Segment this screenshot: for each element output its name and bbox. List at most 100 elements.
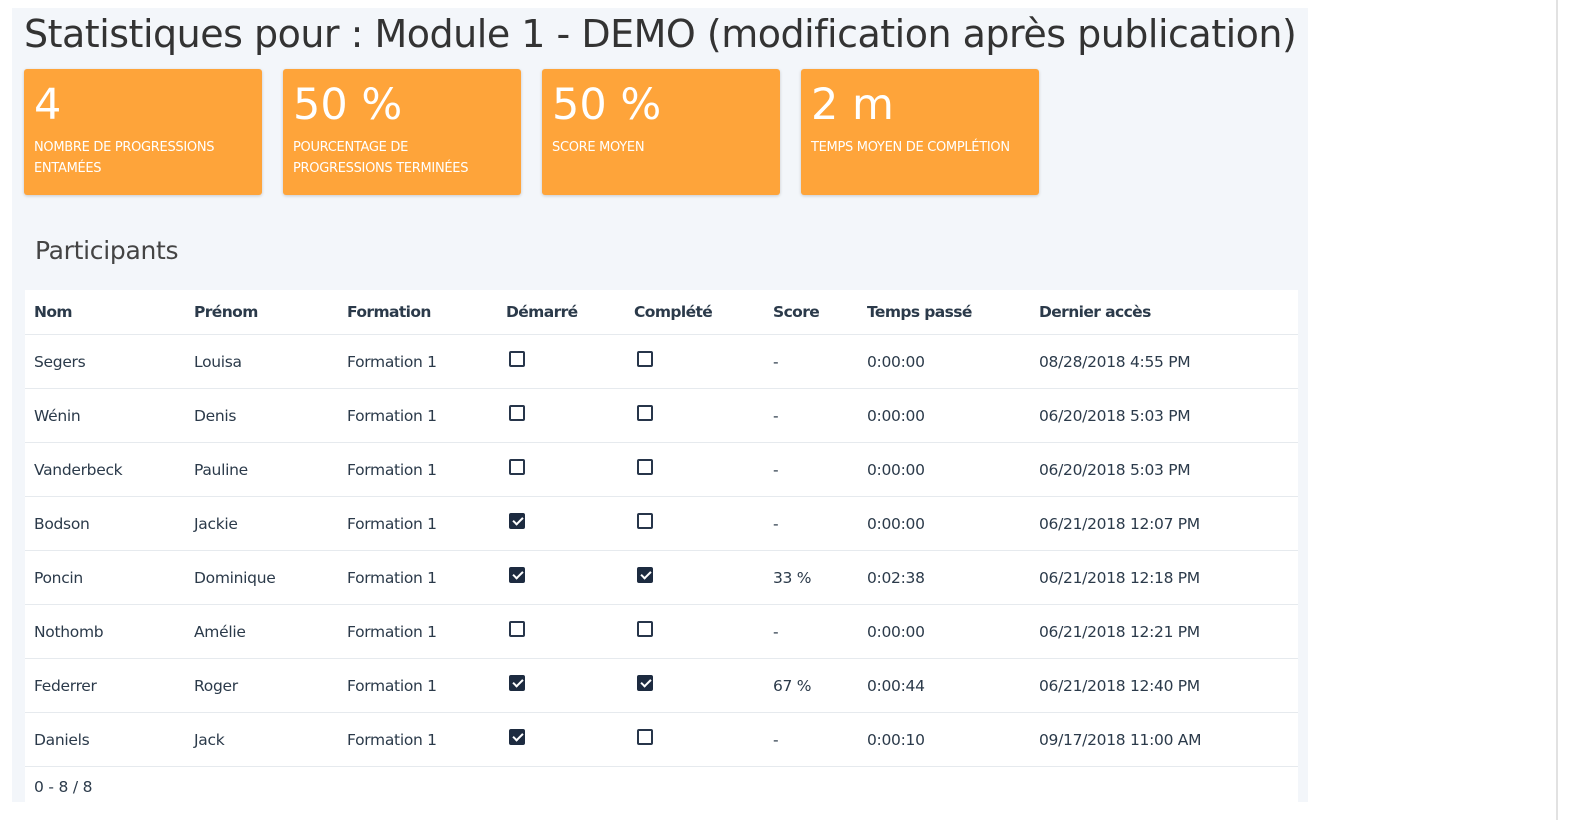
cell-nom: Wénin [34, 406, 81, 425]
table-row[interactable]: Wénin Denis Formation 1 - 0:00:00 06/20/2018 … [25, 389, 1298, 443]
table-row[interactable]: Poncin Dominique Formation 1 33 % 0:02:38 06/… [25, 551, 1298, 605]
cell-dernier-acces: 08/28/2018 4:55 PM [1039, 352, 1191, 371]
table-row[interactable]: Segers Louisa Formation 1 - 0:00:00 08/28/201… [25, 335, 1298, 389]
demarre-cell [509, 551, 525, 604]
stat-label: POURCENTAGE DE PROGRESSIONS TERMINÉES [293, 140, 469, 176]
cell-nom: Vanderbeck [34, 460, 123, 479]
complete-cell [637, 389, 653, 442]
demarre-cell [509, 713, 525, 766]
complete-checkbox[interactable] [637, 620, 653, 637]
demarre-cell [509, 659, 525, 712]
complete-cell [637, 659, 653, 712]
cell-temps: 0:00:00 [867, 622, 925, 641]
demarre-checkbox[interactable] [509, 566, 525, 583]
complete-checkbox[interactable] [637, 728, 653, 745]
page-scrollbar[interactable] [1556, 0, 1558, 820]
cell-dernier-acces: 06/21/2018 12:21 PM [1039, 622, 1200, 641]
cell-prenom: Jackie [194, 514, 238, 533]
participants-table: Nom Prénom Formation Démarré Complété Sc… [25, 290, 1298, 811]
demarre-cell [509, 497, 525, 550]
cell-score: - [773, 514, 779, 533]
complete-checkbox[interactable] [637, 674, 653, 691]
table-body: Segers Louisa Formation 1 - 0:00:00 08/28/201… [25, 335, 1298, 767]
table-footer: 0 - 8 / 8 [25, 767, 1298, 811]
demarre-checkbox[interactable] [509, 674, 525, 691]
column-header-prenom[interactable]: Prénom [194, 290, 258, 334]
cell-score: - [773, 406, 779, 425]
column-header-complete[interactable]: Complété [634, 290, 713, 334]
cell-prenom: Louisa [194, 352, 242, 371]
demarre-checkbox[interactable] [509, 404, 525, 421]
cell-score: - [773, 352, 779, 371]
cell-prenom: Amélie [194, 622, 246, 641]
cell-temps: 0:00:00 [867, 406, 925, 425]
table-row[interactable]: Nothomb Amélie Formation 1 - 0:00:00 06/21/20… [25, 605, 1298, 659]
demarre-checkbox[interactable] [509, 458, 525, 475]
complete-cell [637, 551, 653, 604]
complete-checkbox[interactable] [637, 458, 653, 475]
stat-card-average-score: 50 % SCORE MOYEN [542, 69, 780, 195]
table-row[interactable]: Federrer Roger Formation 1 67 % 0:00:44 06/21… [25, 659, 1298, 713]
cell-formation: Formation 1 [347, 568, 437, 587]
demarre-checkbox[interactable] [509, 620, 525, 637]
stat-value: 50 % [293, 80, 403, 130]
cell-dernier-acces: 06/21/2018 12:40 PM [1039, 676, 1200, 695]
cell-temps: 0:00:00 [867, 514, 925, 533]
complete-checkbox[interactable] [637, 404, 653, 421]
cell-prenom: Jack [194, 730, 225, 749]
stat-value: 50 % [552, 80, 662, 130]
cell-formation: Formation 1 [347, 676, 437, 695]
cell-temps: 0:00:00 [867, 460, 925, 479]
stat-card-progressions-started: 4 NOMBRE DE PROGRESSIONS ENTAMÉES [24, 69, 262, 195]
table-row[interactable]: Vanderbeck Pauline Formation 1 - 0:00:00 06/2… [25, 443, 1298, 497]
cell-dernier-acces: 06/20/2018 5:03 PM [1039, 406, 1191, 425]
column-header-score[interactable]: Score [773, 290, 820, 334]
cell-formation: Formation 1 [347, 406, 437, 425]
cell-nom: Daniels [34, 730, 90, 749]
demarre-checkbox[interactable] [509, 350, 525, 367]
cell-nom: Nothomb [34, 622, 104, 641]
cell-score: - [773, 622, 779, 641]
demarre-cell [509, 443, 525, 496]
complete-checkbox[interactable] [637, 350, 653, 367]
cell-prenom: Roger [194, 676, 238, 695]
complete-cell [637, 605, 653, 658]
cell-nom: Segers [34, 352, 86, 371]
complete-cell [637, 335, 653, 388]
pagination-info: 0 - 8 / 8 [34, 778, 93, 796]
stat-value: 4 [34, 80, 62, 130]
cell-score: - [773, 460, 779, 479]
complete-checkbox[interactable] [637, 512, 653, 529]
complete-cell [637, 713, 653, 766]
demarre-checkbox[interactable] [509, 728, 525, 745]
cell-temps: 0:00:10 [867, 730, 925, 749]
column-header-formation[interactable]: Formation [347, 290, 431, 334]
complete-checkbox[interactable] [637, 566, 653, 583]
stat-card-progressions-completed: 50 % POURCENTAGE DE PROGRESSIONS TERMINÉ… [283, 69, 521, 195]
complete-cell [637, 443, 653, 496]
cell-prenom: Dominique [194, 568, 276, 587]
table-row[interactable]: Bodson Jackie Formation 1 - 0:00:00 06/21/201… [25, 497, 1298, 551]
cell-dernier-acces: 06/21/2018 12:18 PM [1039, 568, 1200, 587]
stat-label: TEMPS MOYEN DE COMPLÉTION [811, 140, 1010, 155]
cell-dernier-acces: 06/20/2018 5:03 PM [1039, 460, 1191, 479]
column-header-demarre[interactable]: Démarré [506, 290, 578, 334]
complete-cell [637, 497, 653, 550]
cell-temps: 0:02:38 [867, 568, 925, 587]
cell-nom: Poncin [34, 568, 83, 587]
table-header-row: Nom Prénom Formation Démarré Complété Sc… [25, 290, 1298, 335]
statistics-panel: Statistiques pour : Module 1 - DEMO (mod… [12, 8, 1308, 811]
demarre-checkbox[interactable] [509, 512, 525, 529]
stat-label: SCORE MOYEN [552, 140, 645, 155]
cell-score: 33 % [773, 568, 812, 587]
cell-nom: Federrer [34, 676, 97, 695]
cell-dernier-acces: 06/21/2018 12:07 PM [1039, 514, 1200, 533]
column-header-temps[interactable]: Temps passé [867, 290, 972, 334]
stat-card-average-completion-time: 2 m TEMPS MOYEN DE COMPLÉTION [801, 69, 1039, 195]
cell-dernier-acces: 09/17/2018 11:00 AM [1039, 730, 1202, 749]
cell-formation: Formation 1 [347, 730, 437, 749]
column-header-nom[interactable]: Nom [34, 290, 73, 334]
table-row[interactable]: Daniels Jack Formation 1 - 0:00:10 09/17/2018… [25, 713, 1298, 767]
column-header-acces[interactable]: Dernier accès [1039, 290, 1151, 334]
cell-formation: Formation 1 [347, 460, 437, 479]
